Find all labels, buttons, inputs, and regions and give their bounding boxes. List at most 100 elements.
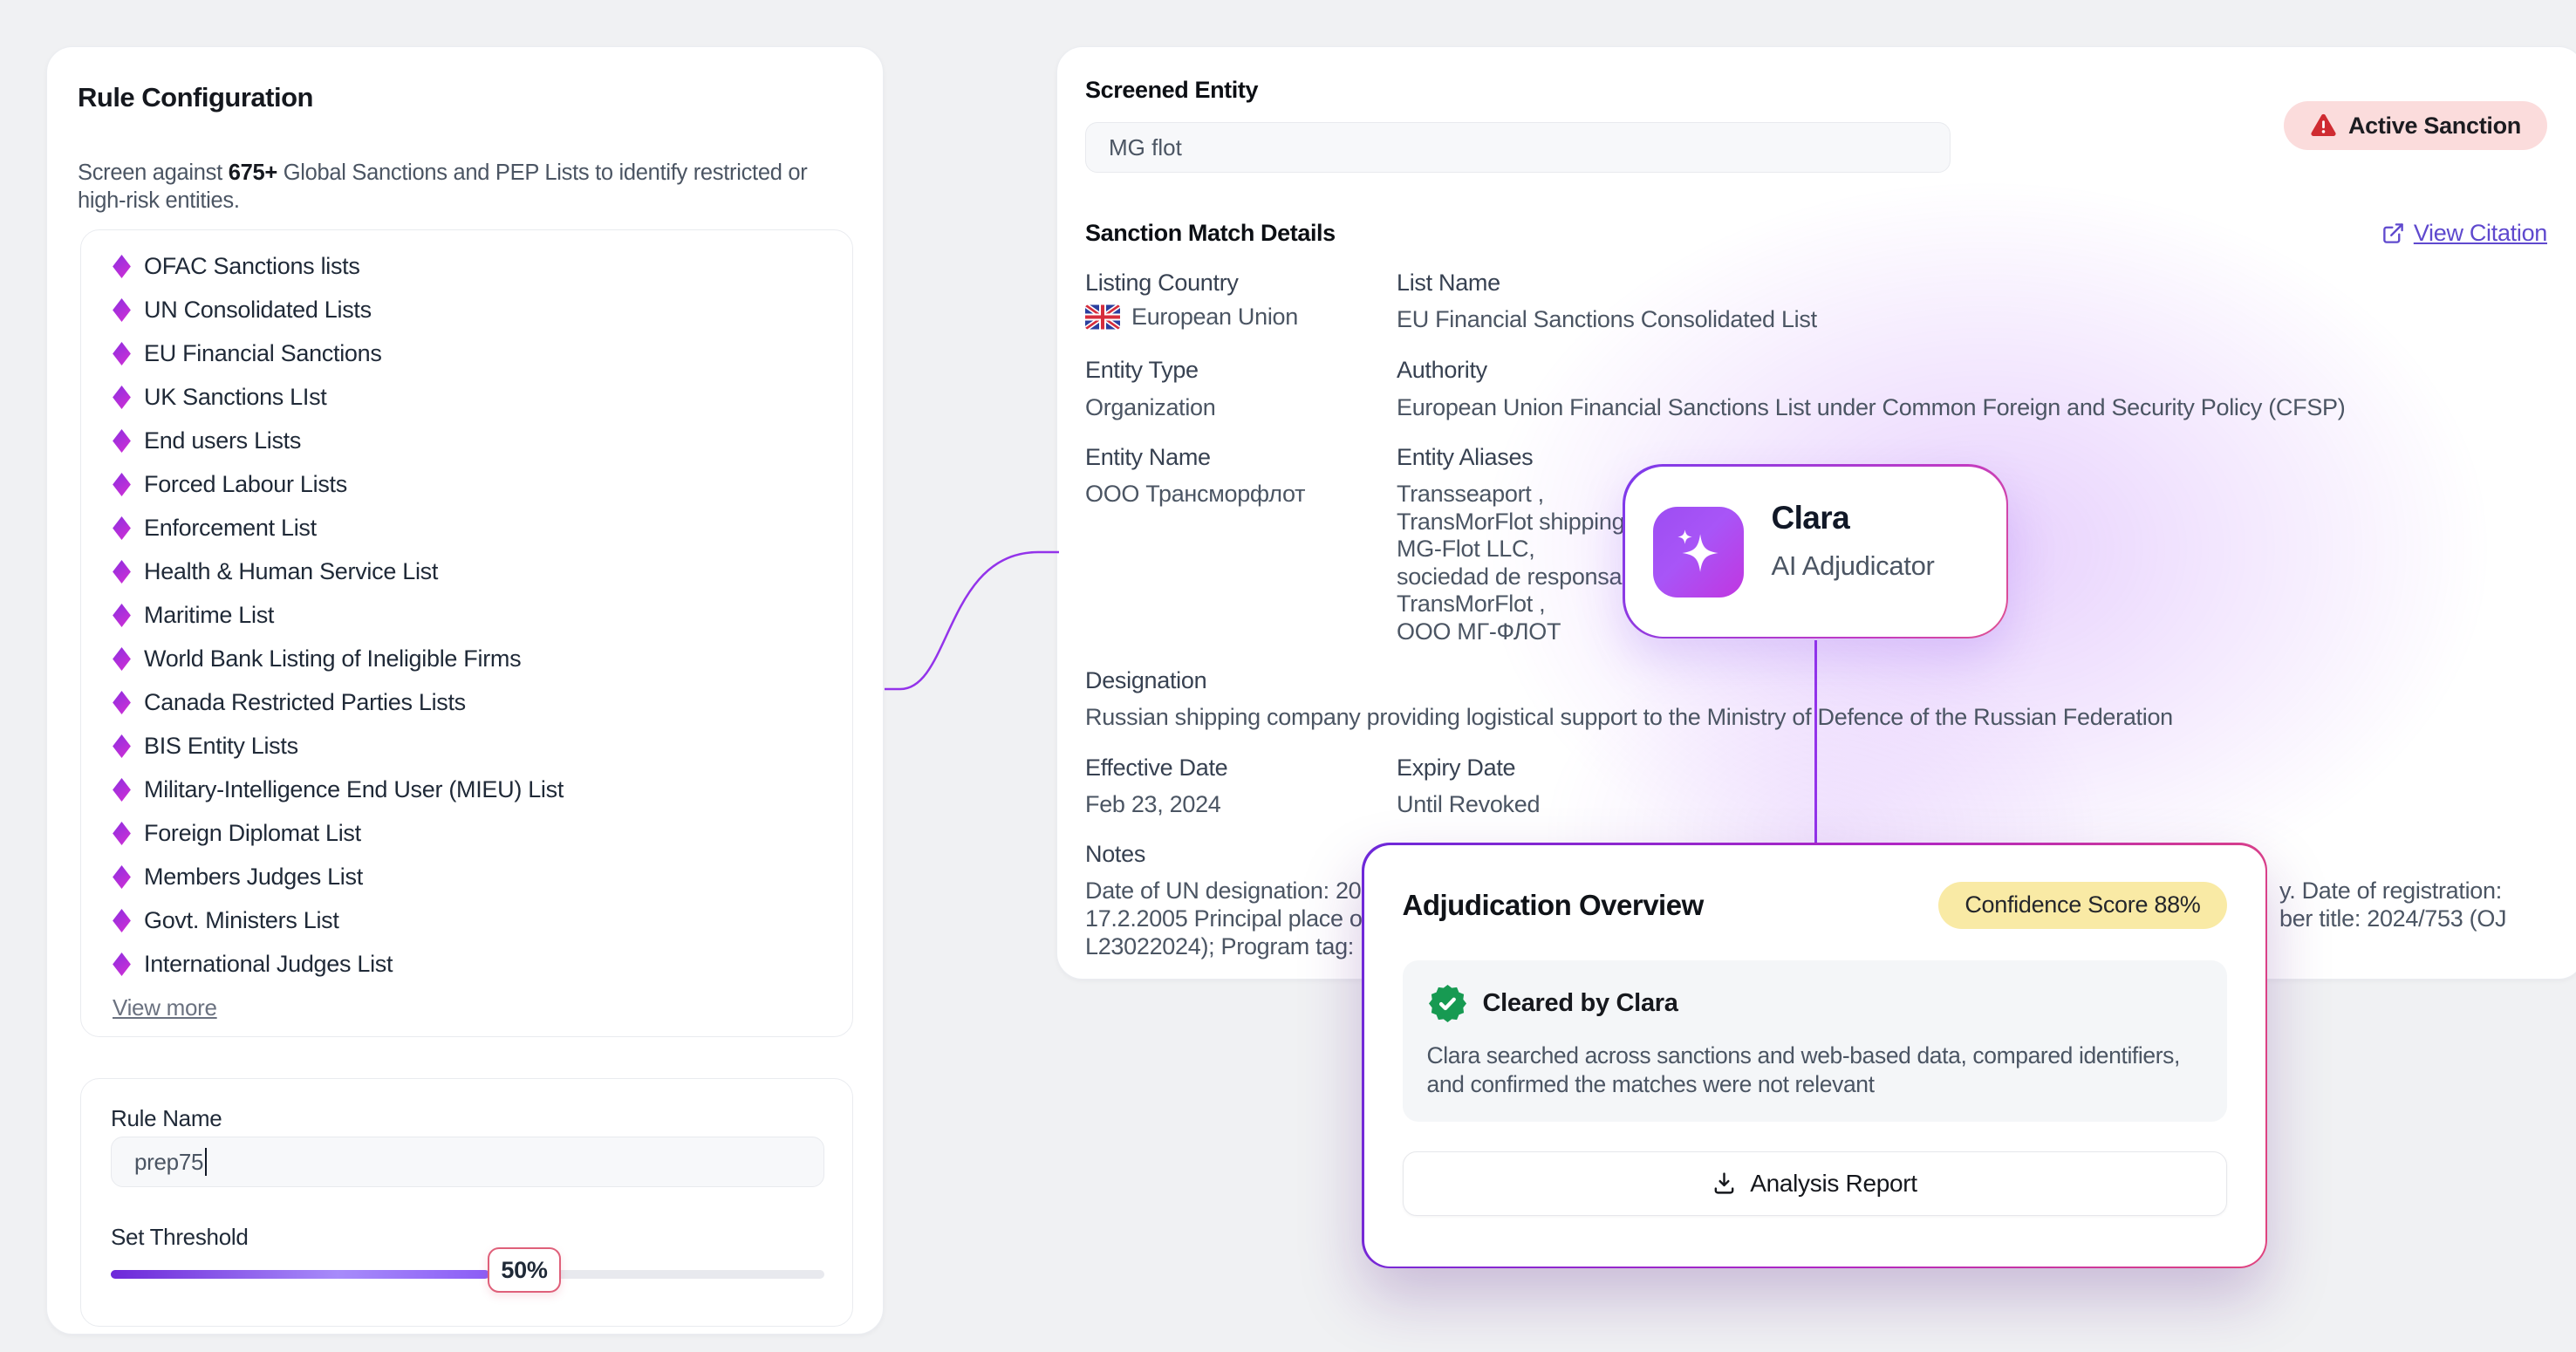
alias-item: MG-Flot LLC, [1397, 536, 1635, 563]
adjudication-overview-popup: Adjudication Overview Confidence Score 8… [1362, 843, 2267, 1268]
notes-line: Date of UN designation: 20 [1085, 877, 1377, 905]
alias-item: Transseaport , [1397, 481, 1635, 509]
list-item[interactable]: Canada Restricted Parties Lists [113, 680, 821, 724]
diamond-bullet-icon [113, 778, 131, 802]
uk-flag-icon [1085, 304, 1120, 330]
list-item[interactable]: EU Financial Sanctions [113, 331, 821, 375]
list-item-label: World Bank Listing of Ineligible Firms [144, 645, 521, 673]
clara-adjudicator-card[interactable]: Clara AI Adjudicator [1623, 464, 2008, 638]
rule-name-input[interactable]: prep75 [111, 1137, 824, 1187]
notes-label: Notes [1085, 841, 1145, 868]
notes-line: ber title: 2024/753 (OJ [2279, 905, 2506, 933]
list-item[interactable]: Forced Labour Lists [113, 462, 821, 506]
list-item[interactable]: Maritime List [113, 593, 821, 637]
list-item[interactable]: International Judges List [113, 942, 821, 986]
rule-settings-box: Rule Name prep75 Set Threshold 50% [80, 1078, 853, 1327]
diamond-bullet-icon [113, 560, 131, 584]
diamond-bullet-icon [113, 342, 131, 365]
match-details-title: Sanction Match Details [1085, 220, 1336, 247]
sparkle-icon [1670, 523, 1727, 581]
view-more-link[interactable]: View more [113, 994, 217, 1021]
list-item[interactable]: Foreign Diplomat List [113, 811, 821, 855]
list-item[interactable]: Enforcement List [113, 506, 821, 550]
list-item[interactable]: BIS Entity Lists [113, 724, 821, 768]
list-name-label: List Name [1397, 270, 1500, 297]
verified-seal-icon [1427, 983, 1468, 1024]
adjudication-summary: Clara searched across sanctions and web-… [1427, 1041, 2203, 1099]
list-item-label: Forced Labour Lists [144, 471, 347, 498]
rule-configuration-title: Rule Configuration [78, 82, 313, 113]
list-item-label: Military-Intelligence End User (MIEU) Li… [144, 776, 564, 803]
list-item[interactable]: Members Judges List [113, 855, 821, 898]
clara-card-body: Clara AI Adjudicator [1625, 467, 2006, 637]
listing-country-value-row: European Union [1085, 304, 1298, 331]
diamond-bullet-icon [113, 647, 131, 671]
list-item-label: Enforcement List [144, 515, 317, 542]
list-item-label: Health & Human Service List [144, 558, 438, 585]
entity-name-label: Entity Name [1085, 444, 1211, 471]
cleared-status-text: Cleared by Clara [1483, 989, 1678, 1018]
clara-role: AI Adjudicator [1772, 550, 1935, 582]
rule-configuration-panel: Rule Configuration Screen against 675+ G… [46, 46, 884, 1335]
expiry-date-label: Expiry Date [1397, 755, 1515, 782]
effective-date-label: Effective Date [1085, 755, 1227, 782]
threshold-value: 50% [501, 1257, 547, 1284]
threshold-slider-thumb[interactable]: 50% [488, 1247, 561, 1293]
diamond-bullet-icon [113, 822, 131, 845]
list-item-label: End users Lists [144, 427, 301, 454]
list-name-value: EU Financial Sanctions Consolidated List [1397, 306, 1817, 333]
effective-date-value: Feb 23, 2024 [1085, 791, 1221, 818]
screened-entity-input[interactable] [1085, 122, 1951, 173]
download-icon [1712, 1171, 1737, 1196]
description-count: 675+ [229, 160, 277, 185]
adjudication-popup-header: Adjudication Overview Confidence Score 8… [1403, 882, 2227, 929]
entity-type-value: Organization [1085, 394, 1216, 421]
description-prefix: Screen against [78, 160, 229, 185]
authority-value: European Union Financial Sanctions List … [1397, 394, 2345, 421]
list-item[interactable]: UN Consolidated Lists [113, 288, 821, 331]
screened-entity-label: Screened Entity [1085, 77, 1258, 104]
list-item-label: BIS Entity Lists [144, 733, 298, 760]
list-item[interactable]: OFAC Sanctions lists [113, 244, 821, 288]
list-item[interactable]: Health & Human Service List [113, 550, 821, 593]
list-item[interactable]: World Bank Listing of Ineligible Firms [113, 637, 821, 680]
threshold-label: Set Threshold [111, 1224, 249, 1251]
notes-line: y. Date of registration: [2279, 877, 2506, 905]
connector-curve [879, 532, 1063, 698]
entity-type-label: Entity Type [1085, 357, 1199, 384]
threshold-slider-track[interactable] [111, 1270, 824, 1279]
warning-triangle-icon [2310, 113, 2337, 138]
diamond-bullet-icon [113, 255, 131, 278]
authority-label: Authority [1397, 357, 1487, 384]
list-item[interactable]: Military-Intelligence End User (MIEU) Li… [113, 768, 821, 811]
list-item-label: Canada Restricted Parties Lists [144, 689, 466, 716]
list-item-label: UK Sanctions LIst [144, 384, 327, 411]
list-item[interactable]: Govt. Ministers List [113, 898, 821, 942]
rule-name-value: prep75 [134, 1149, 203, 1176]
designation-value: Russian shipping company providing logis… [1085, 704, 2350, 731]
list-item-label: Maritime List [144, 602, 274, 629]
alias-item: TransMorFlot shipping [1397, 509, 1635, 536]
view-citation-link[interactable]: View Citation [2381, 220, 2547, 247]
list-item-label: UN Consolidated Lists [144, 297, 372, 324]
sanctions-lists-box: OFAC Sanctions lists UN Consolidated Lis… [80, 229, 853, 1037]
analysis-report-label: Analysis Report [1750, 1170, 1917, 1198]
cleared-status-panel: Cleared by Clara Clara searched across s… [1403, 960, 2227, 1122]
notes-line: 17.2.2005 Principal place of [1085, 905, 1377, 933]
listing-country-label: Listing Country [1085, 270, 1239, 297]
list-item[interactable]: UK Sanctions LIst [113, 375, 821, 419]
threshold-slider-fill [111, 1270, 489, 1279]
list-item[interactable]: End users Lists [113, 419, 821, 462]
alias-item: sociedad de responsab [1397, 563, 1635, 591]
cleared-status-row: Cleared by Clara [1427, 983, 2203, 1024]
list-item-label: Foreign Diplomat List [144, 820, 361, 847]
notes-line: L23022024); Program tag: U [1085, 933, 1377, 961]
diamond-bullet-icon [113, 734, 131, 758]
entity-name-value: ООО Трансморфлот [1085, 481, 1305, 508]
confidence-score-badge: Confidence Score 88% [1938, 882, 2226, 929]
list-item-label: EU Financial Sanctions [144, 340, 382, 367]
adjudication-popup-body: Adjudication Overview Confidence Score 8… [1364, 845, 2265, 1267]
list-item-label: Govt. Ministers List [144, 907, 339, 934]
clara-name: Clara [1772, 500, 1850, 536]
analysis-report-button[interactable]: Analysis Report [1403, 1151, 2227, 1216]
